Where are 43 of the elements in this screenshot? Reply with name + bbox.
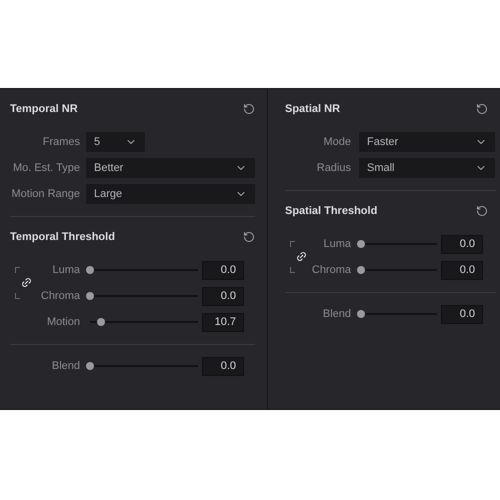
section-title: Temporal Threshold [10,230,115,245]
slider-thumb[interactable] [357,310,365,318]
slider-label: Luma [322,236,351,252]
bracket-icon [14,267,20,273]
slider-thumb[interactable] [357,240,365,248]
reset-icon[interactable] [476,103,488,115]
value-field[interactable]: 0.0 [441,304,483,324]
bracket-icon [14,293,20,299]
dropdown[interactable]: Faster [359,132,495,152]
value-field[interactable]: 0.0 [202,356,244,376]
slider-label: Chroma [40,288,80,304]
value-field[interactable]: 0.0 [202,260,244,280]
value-field[interactable]: 0.0 [202,286,244,306]
field-label: Mo. Est. Type [12,160,80,176]
value-field[interactable]: 10.7 [202,312,244,332]
slider-label: Motion [46,314,80,330]
slider-label: Luma [51,262,80,278]
dropdown[interactable]: 5 [86,132,145,152]
dropdown[interactable]: Better [86,158,255,178]
value-field[interactable]: 0.0 [441,260,483,280]
section-title: Temporal NR [10,102,78,117]
slider-thumb[interactable] [86,362,94,370]
slider-thumb[interactable] [357,266,365,274]
field-label: Frames [42,134,80,150]
slider-thumb[interactable] [96,318,105,326]
slider-thumb[interactable] [86,292,94,300]
slider-label: Blend [322,306,351,322]
value-field[interactable]: 0.0 [441,234,483,254]
slider-label: Blend [50,358,80,374]
reset-icon[interactable] [243,231,255,243]
field-label: Motion Range [10,186,80,202]
slider-label: Chroma [310,262,351,278]
slider-thumb[interactable] [86,266,94,274]
section-title: Spatial Threshold [285,204,378,219]
field-label: Mode [322,134,351,150]
section-title: Spatial NR [285,102,340,117]
dropdown[interactable]: Large [86,184,255,204]
field-label: Radius [316,160,351,176]
dropdown[interactable]: Small [359,158,495,178]
reset-icon[interactable] [476,205,488,217]
reset-icon[interactable] [243,103,255,115]
bracket-icon [290,267,294,273]
bracket-icon [290,241,294,247]
